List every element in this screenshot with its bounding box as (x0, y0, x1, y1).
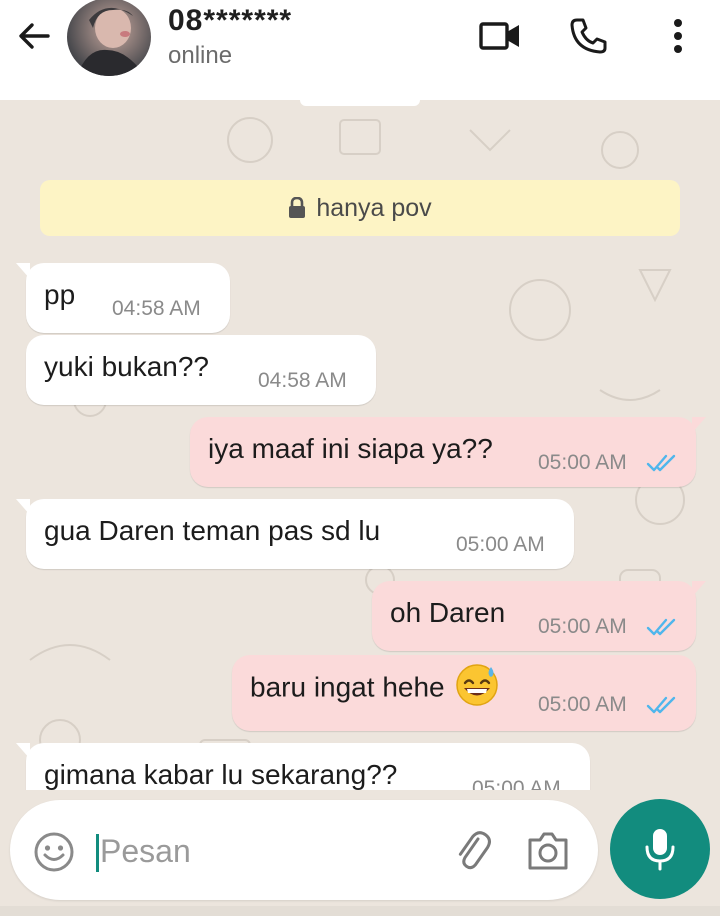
camera-icon (528, 832, 568, 870)
message-time: 05:00 AM (538, 693, 627, 716)
message-time: 05:00 AM (538, 451, 627, 474)
more-options-button[interactable] (656, 14, 700, 58)
contact-name[interactable]: 08******* (168, 4, 292, 38)
message-bubble-incoming[interactable]: gua Daren teman pas sd lu 05:00 AM (16, 499, 574, 569)
bottom-strip (0, 906, 720, 916)
back-button[interactable] (14, 16, 54, 56)
video-call-button[interactable] (478, 14, 522, 58)
message-list[interactable]: hanya pov pp 04:58 AM yuki bukan?? 04:58… (0, 100, 720, 790)
message-bubble-incoming[interactable]: gimana kabar lu sekarang?? 05:00 AM (16, 743, 590, 790)
banner-text: hanya pov (316, 193, 432, 222)
more-vert-icon (674, 19, 682, 53)
phone-icon (570, 18, 607, 54)
read-ticks-icon (646, 454, 676, 472)
camera-button[interactable] (524, 828, 572, 874)
message-text: yuki bukan?? (44, 351, 210, 382)
header-notch (300, 100, 420, 106)
contact-avatar[interactable] (67, 0, 151, 76)
video-call-icon (479, 22, 519, 50)
message-bubble-outgoing[interactable]: oh Daren 05:00 AM (372, 581, 706, 651)
message-text: gua Daren teman pas sd lu (44, 515, 381, 546)
attach-button[interactable] (450, 828, 496, 874)
read-ticks-icon (646, 618, 676, 636)
message-text: iya maaf ini siapa ya?? (208, 433, 493, 464)
message-bubble-incoming[interactable]: pp 04:58 AM (16, 263, 230, 333)
emoji-button[interactable] (32, 830, 76, 874)
attach-icon (458, 831, 491, 870)
grinning-face-with-sweat-emoji (455, 664, 498, 706)
message-text: baru ingat hehe (250, 664, 499, 707)
chat-header: 08******* online (0, 0, 720, 100)
back-arrow-icon (19, 23, 50, 49)
message-input[interactable] (100, 828, 430, 874)
message-text: gimana kabar lu sekarang?? (44, 759, 398, 790)
composer-bar (0, 790, 720, 916)
message-bubble-outgoing[interactable]: baru ingat hehe 05:00 AM (232, 655, 696, 731)
message-time: 05:00 AM (472, 777, 561, 790)
message-bubble-incoming[interactable]: yuki bukan?? 04:58 AM (26, 335, 376, 405)
message-text: oh Daren (390, 597, 506, 628)
message-time: 05:00 AM (456, 533, 545, 556)
composer-field[interactable] (10, 800, 598, 900)
lock-icon (288, 197, 306, 219)
mic-icon (645, 829, 675, 871)
message-time: 04:58 AM (258, 369, 347, 392)
emoji-icon (34, 832, 74, 872)
contact-status: online (168, 42, 233, 69)
message-time: 04:58 AM (112, 297, 201, 320)
message-bubble-outgoing[interactable]: iya maaf ini siapa ya?? 05:00 AM (190, 417, 706, 487)
message-text: pp (44, 279, 76, 310)
read-ticks-icon (646, 696, 676, 714)
text-caret (96, 834, 99, 872)
pinned-info-banner[interactable]: hanya pov (40, 180, 680, 236)
message-time: 05:00 AM (538, 615, 627, 638)
voice-message-button[interactable] (610, 799, 710, 899)
voice-call-button[interactable] (566, 14, 610, 58)
